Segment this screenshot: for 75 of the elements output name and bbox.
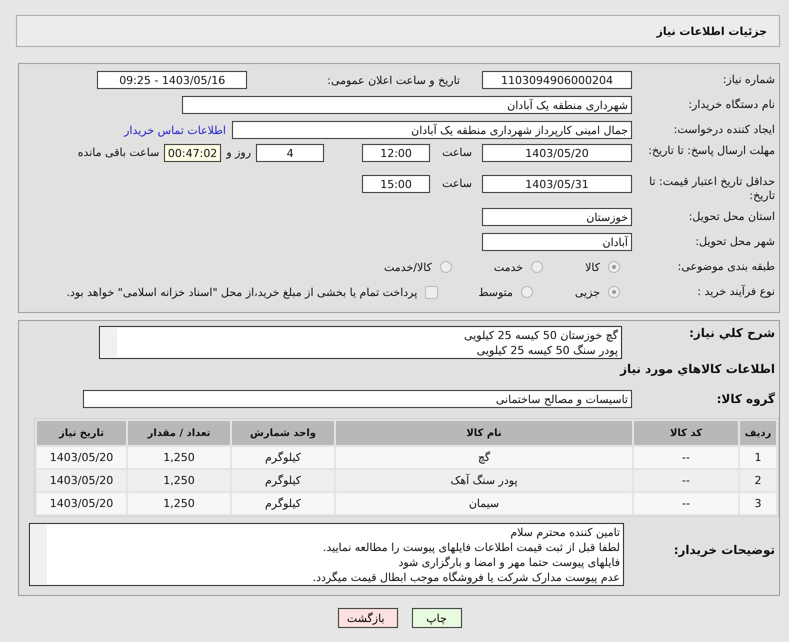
time-label: ساعت	[442, 145, 472, 161]
print-button[interactable]: چاپ	[412, 608, 462, 628]
field-label: شهر محل تحویل:	[694, 235, 775, 249]
table-cell: پودر سنگ آهک	[336, 470, 632, 491]
buyer-contact-link[interactable]: اطلاعات تماس خریدار	[124, 124, 226, 136]
field-label: حداقل تاریخ اعتبار قیمت: تا تاریخ:	[648, 175, 775, 203]
radio-button[interactable]	[520, 286, 533, 298]
table-cell: --	[634, 493, 738, 514]
column-header: نام کالا	[336, 421, 632, 445]
field-label: شرح کلي نياز:	[688, 326, 775, 340]
table-cell: 1	[740, 447, 776, 468]
table-cell: 3	[740, 493, 776, 514]
need-number-field: 1103094906000204	[482, 71, 632, 89]
time-label: ساعت	[442, 176, 472, 192]
description-text-area[interactable]: گچ خوزستان 50 کیسه 25 کیلویی پودر سنگ 50 کیسه 25 کیلویی	[99, 326, 622, 359]
validity-time-field: 15:00	[362, 175, 430, 193]
radio-label: کالا/خدمت	[384, 260, 432, 274]
table-cell: گچ	[336, 447, 632, 468]
table-cell: کیلوگرم	[232, 447, 334, 468]
table-cell: 1,250	[128, 493, 230, 514]
buyer-notes-text-area[interactable]: تامین کننده محترم سلام لطفا قبل از ثبت قیمت اطلاعات فایلهای پیوست را مطالعه نمایید. فایلهای پیوست حتما مهر و امضا و بارگزاری شود عدم پیوست مدارک شرکت یا فروشگاه موجب ابطال قیمت میگردد.	[29, 523, 624, 586]
section-heading: اطلاعات کالاهاي مورد نياز	[618, 362, 775, 376]
table-cell: 1403/05/20	[37, 447, 126, 468]
column-header: کد کالا	[634, 421, 738, 445]
validity-date-field: 1403/05/31	[482, 175, 632, 193]
announce-date-field: 1403/05/16 - 09:25	[97, 71, 248, 89]
remaining-label: ساعت باقی مانده	[78, 145, 160, 161]
radio-label: جزیی	[574, 286, 600, 298]
table-cell: 2	[740, 470, 776, 491]
back-button[interactable]: بازگشت	[338, 608, 398, 628]
scrollbar[interactable]	[31, 525, 47, 584]
city-field: آبادان	[482, 233, 632, 251]
table-cell: سیمان	[336, 493, 632, 514]
table-cell: کیلوگرم	[232, 493, 334, 514]
field-label: ایجاد کننده درخواست:	[672, 123, 775, 137]
radio-button[interactable]	[440, 261, 452, 273]
radio-button[interactable]	[531, 261, 544, 273]
field-label: نام دستگاه خریدار:	[687, 98, 775, 112]
radio-button[interactable]	[608, 261, 620, 273]
table-cell: کیلوگرم	[232, 470, 334, 491]
column-header: تاریخ نیاز	[37, 421, 126, 445]
field-label: تاریخ و ساعت اعلان عمومی:	[327, 74, 460, 86]
column-header: تعداد / مقدار	[128, 421, 230, 445]
buyer-org-field: شهرداری منطقه یک آبادان	[182, 96, 632, 114]
deadline-date-field: 1403/05/20	[482, 144, 632, 162]
field-label: استان محل تحویل:	[688, 210, 775, 224]
field-label: مهلت ارسال پاسخ: تا تاریخ:	[647, 144, 775, 158]
table-cell: --	[634, 470, 738, 491]
field-label: نوع فرآیند خرید :	[696, 285, 775, 299]
radio-label: کالا	[585, 260, 600, 274]
table-cell: 1403/05/20	[37, 470, 126, 491]
requester-field: جمال امینی کارپرداز شهرداری منطقه یک آبادان	[232, 121, 632, 139]
page-title: جزئیات اطلاعات نیاز	[656, 24, 767, 38]
table-cell: 1,250	[128, 470, 230, 491]
days-field: 4	[256, 144, 324, 162]
radio-label: متوسط	[478, 286, 513, 298]
payment-note: پرداخت تمام یا بخشی از مبلغ خرید،از محل "اسناد خزانه اسلامی" خواهد بود.	[66, 286, 418, 298]
radio-label: خدمت	[494, 260, 524, 274]
deadline-time-field: 12:00	[362, 144, 430, 162]
goods-group-field: تاسیسات و مصالح ساختمانی	[83, 390, 632, 408]
field-label: شماره نیاز:	[722, 73, 775, 87]
column-header: ردیف	[740, 421, 776, 445]
table-cell: --	[634, 447, 738, 468]
field-label: گروه کالا:	[716, 392, 775, 406]
checkbox[interactable]	[425, 286, 438, 298]
column-header: واحد شمارش	[232, 421, 334, 445]
remaining-time-field: 00:47:02	[164, 144, 222, 162]
table-cell: 1403/05/20	[37, 493, 126, 514]
days-label: روز و	[226, 145, 252, 161]
scrollbar[interactable]	[101, 328, 117, 357]
field-label: توضیحات خریدار:	[672, 542, 775, 557]
radio-button[interactable]	[608, 286, 620, 298]
table-cell: 1,250	[128, 447, 230, 468]
province-field: خوزستان	[482, 208, 632, 226]
field-label: طبقه بندی موضوعی:	[676, 260, 775, 274]
